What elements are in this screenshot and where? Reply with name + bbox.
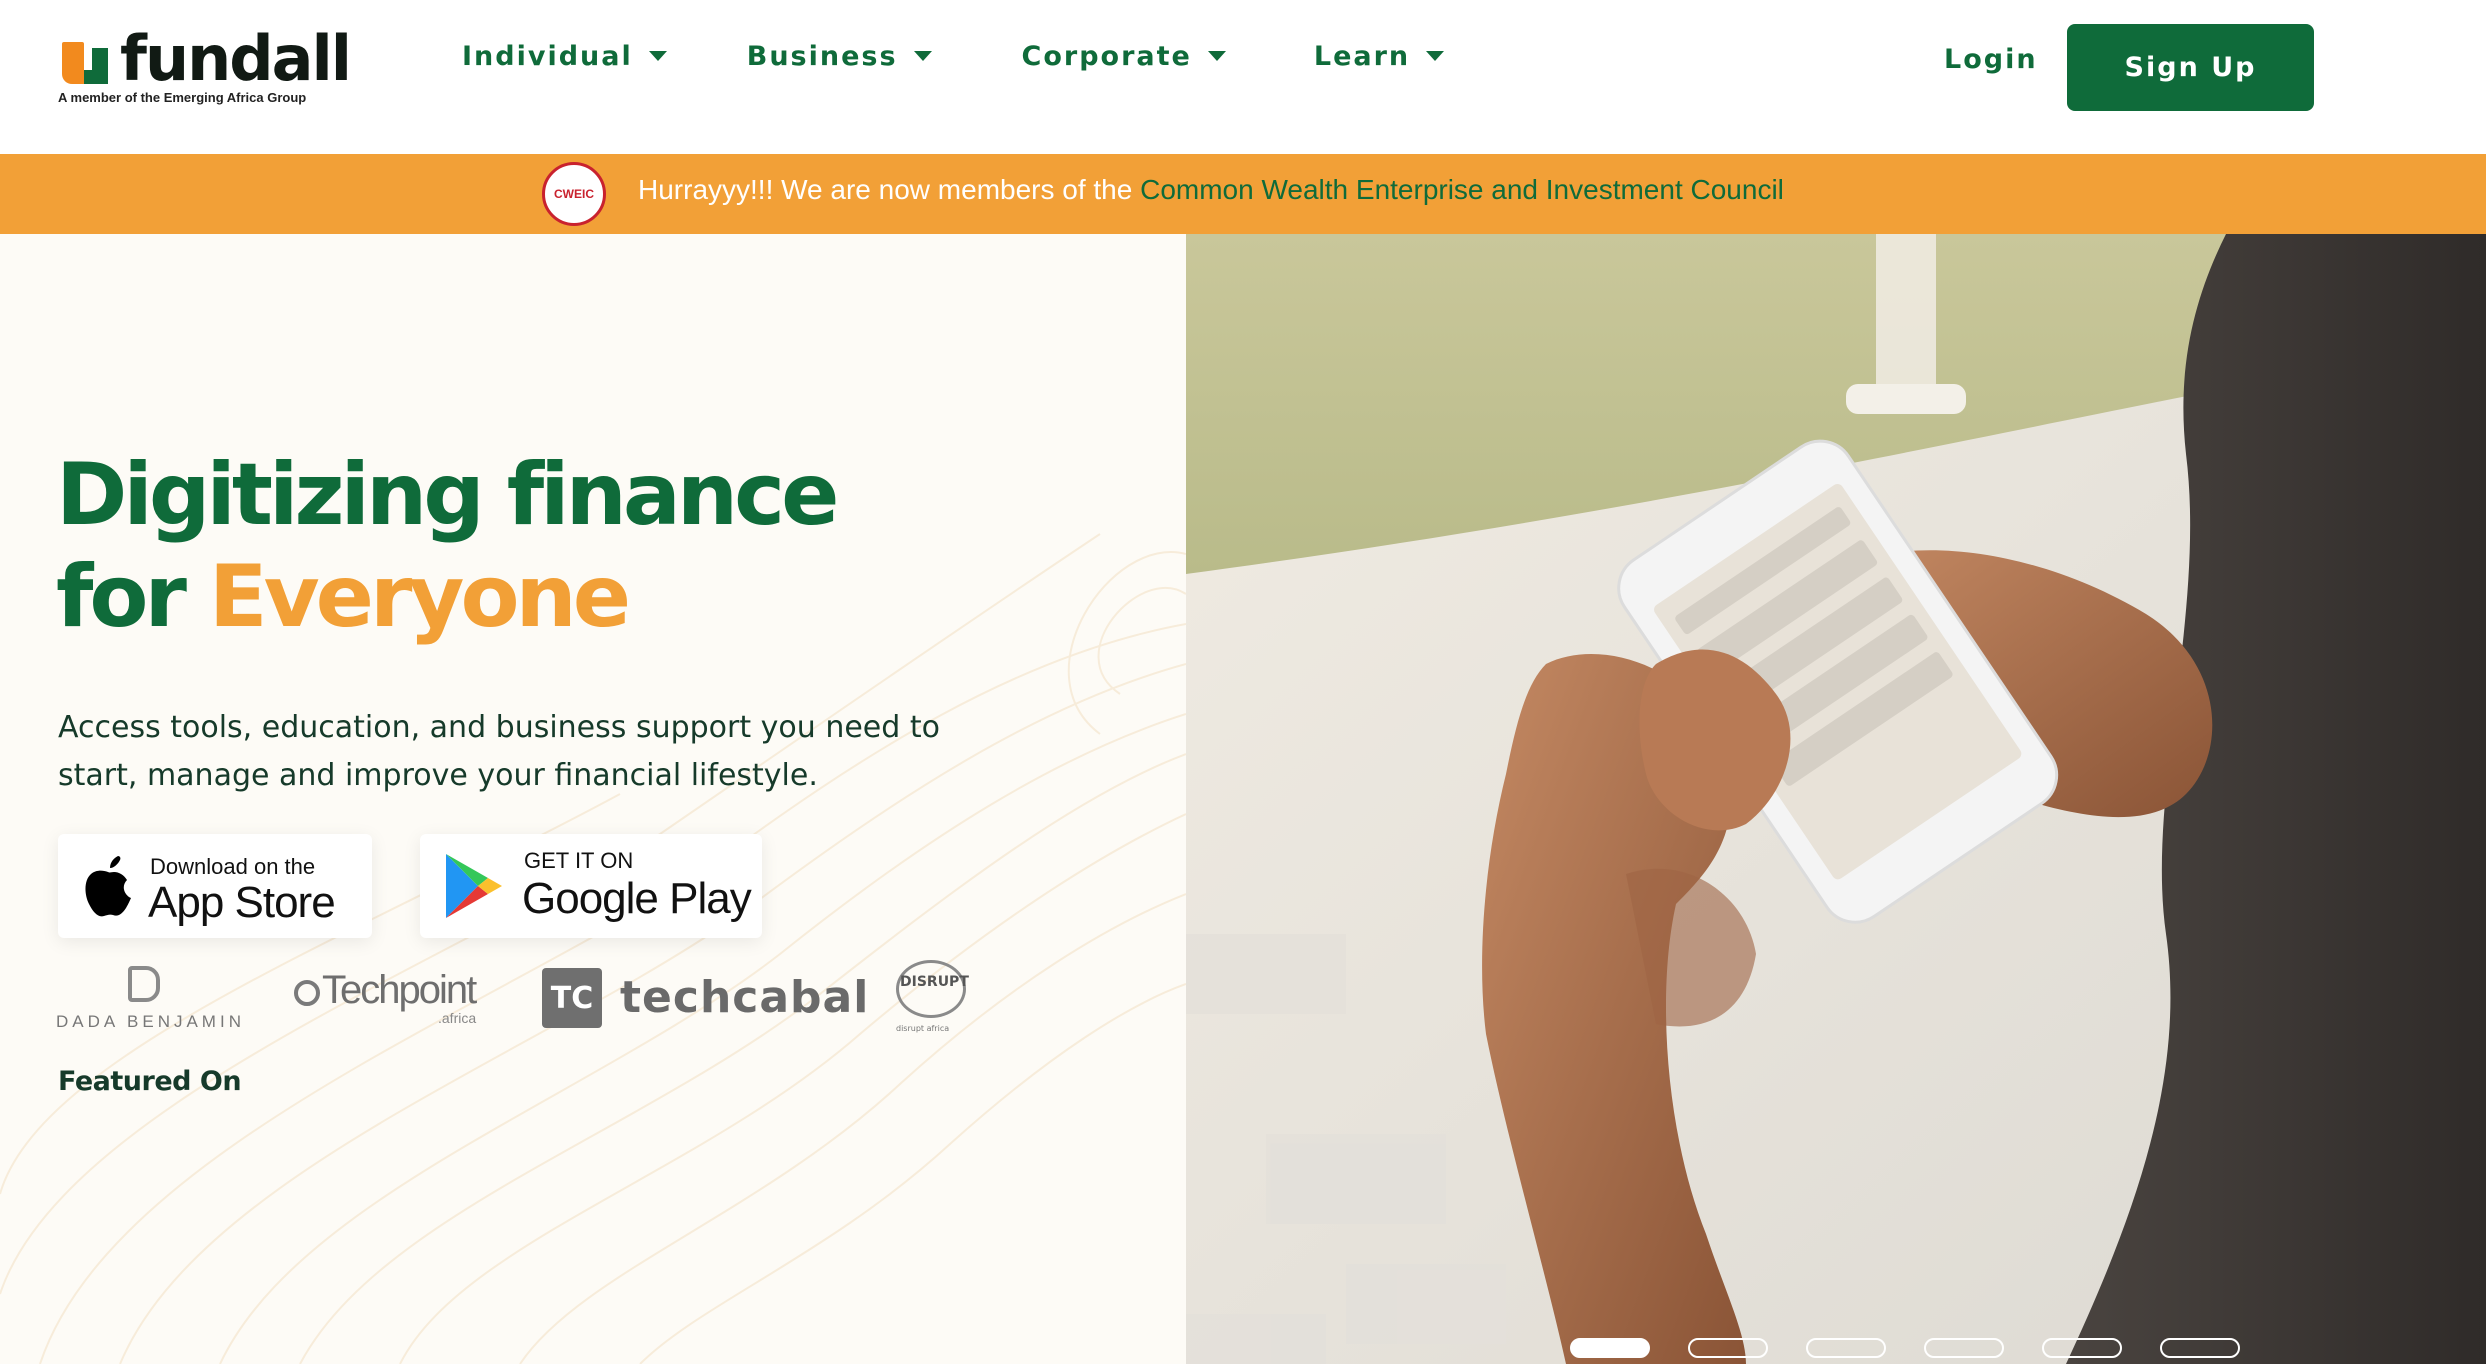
dada-benjamin-mark-icon [128,966,160,1002]
nav-corporate[interactable]: Corporate [1022,36,1226,76]
partner-dada-benjamin-logo[interactable]: DADA BENJAMIN [56,966,241,1036]
hero-title: Digitizing finance for Everyone [56,444,839,648]
login-link[interactable]: Login [1944,44,2038,75]
hero-title-for: for [56,547,209,647]
caret-down-icon [913,51,932,61]
techpoint-mark-icon [294,980,320,1006]
carousel-dot-3[interactable] [1806,1338,1886,1358]
techpoint-sub: .africa [438,1010,477,1026]
featured-on-label: Featured On [58,1066,242,1097]
hero-section: Digitizing finance for Everyone Access t… [0,234,1186,1364]
logo-wordmark: fundall [120,22,352,95]
main-nav: Individual Business Corporate Learn [462,36,1445,76]
caret-down-icon [1426,51,1445,61]
carousel-dot-2[interactable] [1688,1338,1768,1358]
partner-techpoint-logo[interactable]: Techpoint .africa [294,968,494,1038]
app-store-small: Download on the [150,854,316,879]
hero-photo [1186,234,2486,1364]
carousel-dot-6[interactable] [2160,1338,2240,1358]
hero-subtitle: Access tools, education, and business su… [58,710,940,793]
announcement-banner: CWEIC Hurrayyy!!! We are now members of … [0,154,2486,234]
cweic-badge: CWEIC [542,162,606,226]
nav-corporate-label: Corporate [1021,40,1192,72]
caret-down-icon [1207,51,1226,61]
google-play-big: Google Play [522,874,752,923]
banner-text: Hurrayyy!!! We are now members of the [638,174,1141,205]
dada-benjamin-name: DADA BENJAMIN [56,1012,245,1031]
carousel-dots [1570,1338,2240,1358]
google-play-icon [446,854,502,918]
techpoint-name: Techpoint [322,968,477,1012]
google-play-button[interactable]: GET IT ON Google Play [420,834,762,938]
logo-tagline: A member of the Emerging Africa Group [58,90,307,105]
app-store-button[interactable]: Download on the App Store [58,834,372,938]
nav-learn[interactable]: Learn [1313,36,1445,76]
signup-button[interactable]: Sign Up [2067,24,2314,111]
banner-message: Hurrayyy!!! We are now members of the Co… [638,174,1784,206]
nav-individual[interactable]: Individual [462,36,667,76]
google-play-small: GET IT ON [524,848,634,873]
carousel-dot-4[interactable] [1924,1338,2004,1358]
hero-title-line1: Digitizing finance [56,445,839,545]
nav-individual-label: Individual [462,40,633,72]
disrupt-name: DISRUPT [900,974,969,990]
nav-learn-label: Learn [1313,40,1411,72]
carousel-dot-5[interactable] [2042,1338,2122,1358]
site-header: fundall A member of the Emerging Africa … [0,0,2486,154]
caret-down-icon [648,51,667,61]
cweic-link[interactable]: Common Wealth Enterprise and Investment … [1140,174,1784,205]
app-store-big: App Store [148,878,336,927]
hero-title-accent: Everyone [208,547,631,647]
fundall-logo-mark-icon [62,42,112,90]
disrupt-tag: disrupt africa [896,1024,950,1033]
carousel-dot-1[interactable] [1570,1338,1650,1358]
fundall-logo[interactable]: fundall A member of the Emerging Africa … [58,28,358,108]
apple-icon [85,856,131,917]
techcabal-mark-icon: TC [542,968,602,1028]
partner-disrupt-africa-logo[interactable]: DISRUPT disrupt africa [896,960,996,1040]
hero-photo-illustration [1186,234,2486,1364]
cweic-badge-text: CWEIC [554,187,594,201]
nav-business[interactable]: Business [747,36,932,76]
partner-techcabal-logo[interactable]: TC techcabal [542,962,868,1032]
techcabal-name: techcabal [620,972,870,1023]
nav-business-label: Business [746,40,898,72]
